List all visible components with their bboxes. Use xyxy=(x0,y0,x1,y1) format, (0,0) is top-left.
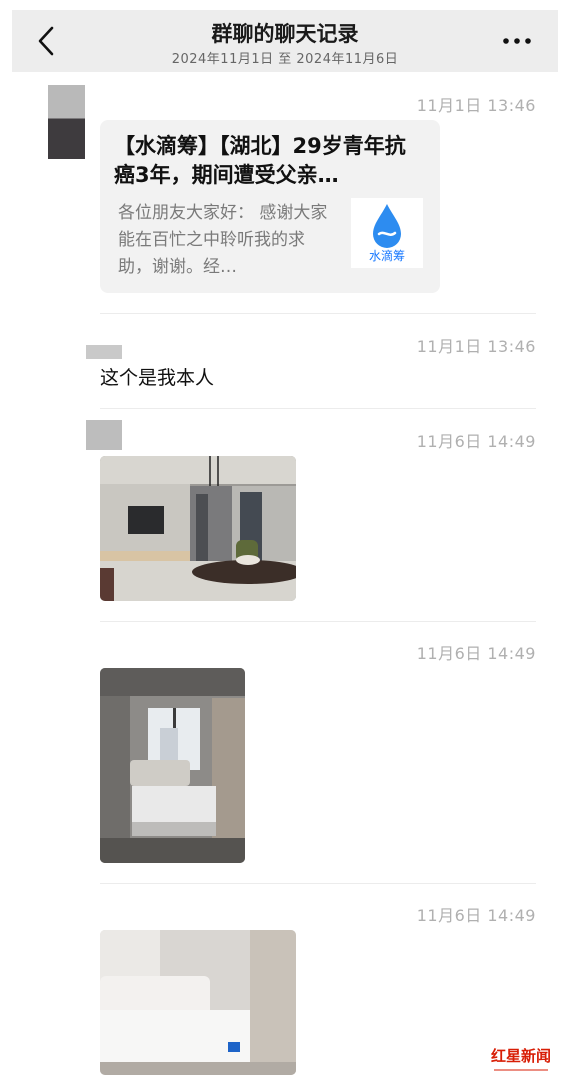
card-title: 【水滴筹】【湖北】29岁青年抗癌3年，期间遭受父亲… xyxy=(114,134,406,187)
message-timestamp: 11月1日 13:46 xyxy=(416,337,536,356)
message-divider xyxy=(100,883,536,884)
message-timestamp: 11月6日 14:49 xyxy=(416,644,536,663)
living-room-photo[interactable] xyxy=(100,456,296,601)
red-star-news-watermark: 红星新闻 xyxy=(486,1037,556,1077)
watermark-logo: 红星新闻 xyxy=(491,1047,551,1071)
message-divider xyxy=(100,621,536,622)
fundraising-link-card[interactable]: 【水滴筹】【湖北】29岁青年抗癌3年，期间遭受父亲… 各位朋友大家好： 感谢大家… xyxy=(100,120,440,293)
bedroom-image xyxy=(100,668,245,863)
avatar[interactable] xyxy=(48,85,85,159)
date-range: 2024年11月1日 至 2024年11月6日 xyxy=(171,52,399,67)
message-divider xyxy=(100,408,536,409)
living-room-image xyxy=(100,456,296,601)
message-timestamp: 11月6日 14:49 xyxy=(416,432,536,451)
shuidichou-logo: 水滴筹 xyxy=(351,198,423,268)
avatar[interactable] xyxy=(86,420,122,450)
avatar[interactable] xyxy=(86,345,122,359)
more-options-icon[interactable] xyxy=(500,32,534,50)
bedroom-photo[interactable] xyxy=(100,668,245,863)
bedroom-mattress-photo[interactable] xyxy=(100,930,296,1075)
bedroom-mattress-image xyxy=(100,930,296,1075)
message-timestamp: 11月6日 14:49 xyxy=(416,906,536,925)
message-divider xyxy=(100,313,536,314)
message-timestamp: 11月1日 13:46 xyxy=(416,96,536,115)
page-title: 群聊的聊天记录 xyxy=(211,22,359,46)
watermark-text: 红星新闻 xyxy=(491,1047,551,1065)
logo-label: 水滴筹 xyxy=(368,249,405,263)
card-description: 各位朋友大家好： 感谢大家能在百忙之中聆听我的求助，谢谢。经… xyxy=(118,203,328,277)
message-text: 这个是我本人 xyxy=(100,367,215,389)
chat-history-header: 群聊的聊天记录 2024年11月1日 至 2024年11月6日 xyxy=(12,10,558,72)
